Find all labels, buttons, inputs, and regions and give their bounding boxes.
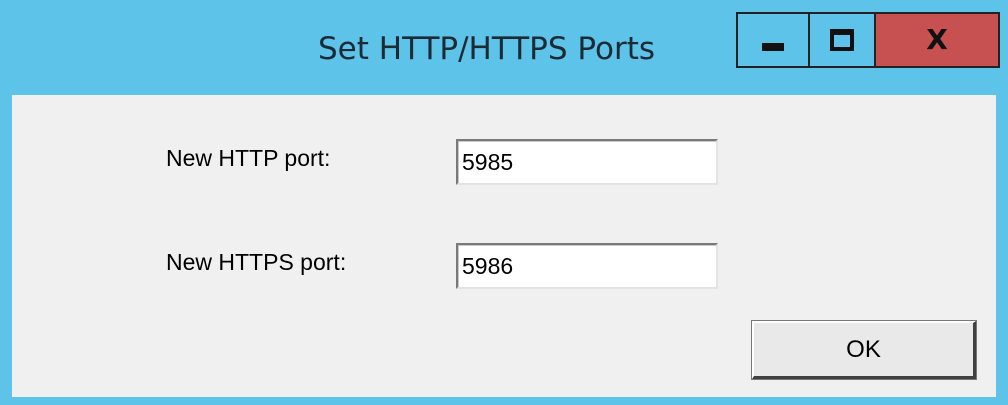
close-button[interactable]: X <box>876 12 1000 68</box>
http-port-input[interactable] <box>456 139 718 185</box>
http-port-label: New HTTP port: <box>166 145 331 171</box>
https-port-label: New HTTPS port: <box>166 249 347 275</box>
minimize-button[interactable] <box>736 12 808 68</box>
maximize-icon <box>830 29 854 51</box>
window-title: Set HTTP/HTTPS Ports <box>318 31 656 67</box>
ok-button[interactable]: OK <box>752 321 976 379</box>
minimize-icon <box>762 43 784 51</box>
https-port-input[interactable] <box>456 243 718 289</box>
dialog-window: Set HTTP/HTTPS Ports X New HTTP port: Ne… <box>0 0 1008 405</box>
dialog-client-area: New HTTP port: New HTTPS port: OK <box>12 95 996 397</box>
close-icon: X <box>926 23 948 56</box>
maximize-button[interactable] <box>808 12 876 68</box>
caption-buttons: X <box>736 12 1000 68</box>
